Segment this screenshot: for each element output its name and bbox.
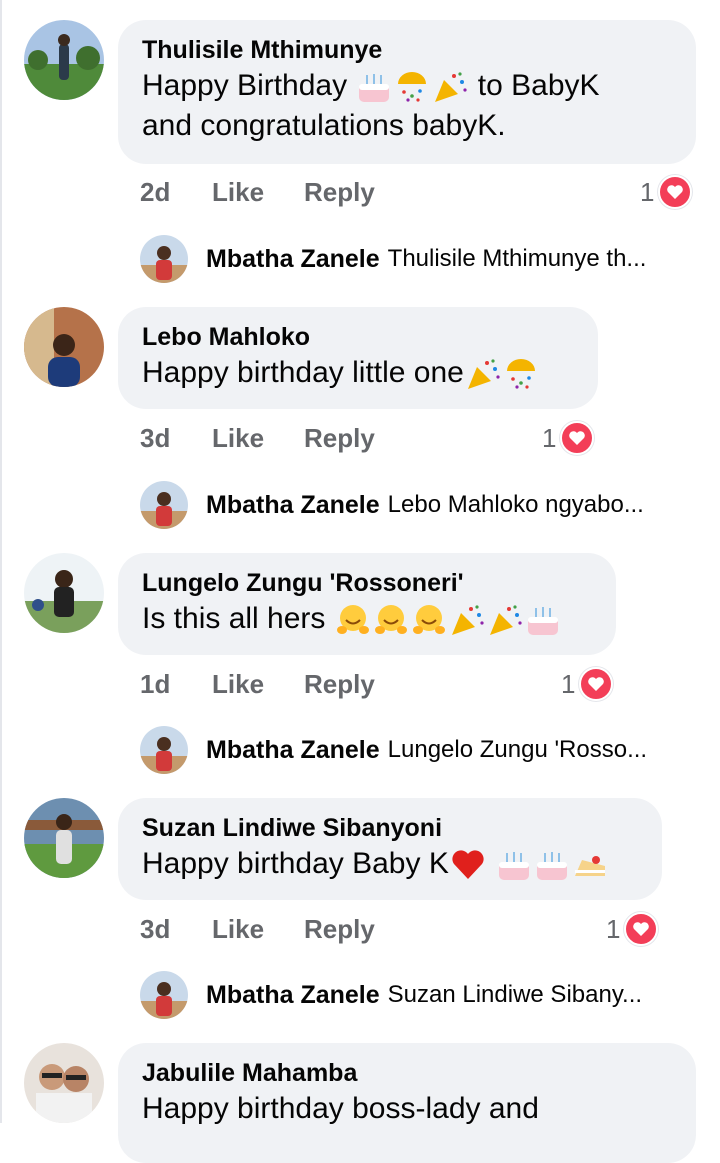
reply-button[interactable]: Reply [304, 418, 375, 458]
heart-reaction-icon [658, 175, 693, 209]
reply-text: Thulisile Mthimunye th... [387, 245, 647, 272]
comment-bubble: Lebo Mahloko Happy birthday little one [118, 307, 598, 409]
comment-author[interactable]: Lungelo Zungu 'Rossoneri' [142, 567, 592, 599]
avatar[interactable] [24, 798, 104, 878]
comment-time[interactable]: 3d [140, 909, 170, 949]
comment-text-part: and congratulations babyK. [142, 109, 506, 142]
avatar [140, 235, 188, 283]
reply-preview[interactable]: Mbatha Zanele Thulisile Mthimunye th... [140, 234, 646, 284]
cake-icon [359, 74, 390, 103]
cake-icon [499, 852, 530, 881]
reaction-count: 1 [640, 176, 655, 207]
reply-button[interactable]: Reply [304, 664, 375, 704]
hugging-face-icon [374, 605, 407, 635]
comment-time[interactable]: 1d [140, 664, 170, 704]
comment-text-part: Happy birthday little one [142, 356, 464, 389]
shortcake-icon [575, 856, 606, 877]
reply-button[interactable]: Reply [304, 172, 375, 212]
reply-preview[interactable]: Mbatha Zanele Suzan Lindiwe Sibany... [140, 970, 642, 1020]
reaction-summary[interactable]: 1 [542, 418, 595, 458]
hugging-face-icon [412, 605, 445, 635]
comment-text-part: to BabyK [477, 69, 600, 102]
reaction-summary[interactable]: 1 [640, 172, 693, 212]
red-heart-icon [452, 850, 484, 880]
comment-bubble: Suzan Lindiwe Sibanyoni Happy birthday B… [118, 798, 662, 900]
confetti-ball-icon [506, 359, 535, 389]
comment-text-part: Is this all hers [142, 602, 326, 635]
comment-actions: 3d Like Reply [140, 418, 540, 458]
comment-author[interactable]: Thulisile Mthimunye [142, 34, 672, 66]
party-popper-icon [467, 359, 500, 390]
comment-actions: 3d Like Reply [140, 909, 540, 949]
reaction-summary[interactable]: 1 [561, 664, 614, 704]
comment-author[interactable]: Jabulile Mahamba [142, 1057, 672, 1089]
avatar[interactable] [24, 553, 104, 633]
comment-time[interactable]: 3d [140, 418, 170, 458]
comment-text: Happy birthday boss-lady and [142, 1092, 539, 1125]
comment-text: Happy Birthday to BabyK and congratulati… [142, 66, 672, 146]
comment-bubble: Jabulile Mahamba Happy birthday boss-lad… [118, 1043, 696, 1163]
avatar[interactable] [24, 20, 104, 100]
like-button[interactable]: Like [212, 172, 264, 212]
comment-text: Is this all hers [142, 599, 592, 639]
like-button[interactable]: Like [212, 418, 264, 458]
avatar [140, 481, 188, 529]
reply-text: Lungelo Zungu 'Rosso... [387, 736, 648, 763]
reaction-summary[interactable]: 1 [606, 909, 659, 949]
reaction-count: 1 [561, 668, 576, 699]
heart-reaction-icon [560, 421, 595, 455]
reply-preview[interactable]: Mbatha Zanele Lebo Mahloko ngyabo... [140, 480, 644, 530]
avatar[interactable] [24, 1043, 104, 1123]
like-button[interactable]: Like [212, 664, 264, 704]
avatar [140, 971, 188, 1019]
confetti-ball-icon [398, 72, 427, 102]
reply-preview[interactable]: Mbatha Zanele Lungelo Zungu 'Rosso... [140, 725, 647, 775]
comment-actions: 2d Like Reply [140, 172, 700, 212]
reply-author[interactable]: Mbatha Zanele [206, 245, 380, 274]
comment-text: Happy birthday little one [142, 353, 574, 393]
party-popper-icon [489, 605, 522, 636]
comment-author[interactable]: Suzan Lindiwe Sibanyoni [142, 812, 638, 844]
reply-author[interactable]: Mbatha Zanele [206, 981, 380, 1010]
hugging-face-icon [336, 605, 369, 635]
cake-icon [537, 852, 568, 881]
reply-author[interactable]: Mbatha Zanele [206, 491, 380, 520]
comment-actions: 1d Like Reply [140, 664, 540, 704]
avatar[interactable] [24, 307, 104, 387]
heart-reaction-icon [579, 667, 614, 701]
reaction-count: 1 [542, 422, 557, 453]
comment-bubble: Lungelo Zungu 'Rossoneri' Is this all he… [118, 553, 616, 655]
cake-icon [527, 607, 558, 636]
comment-author[interactable]: Lebo Mahloko [142, 321, 574, 353]
comment-bubble: Thulisile Mthimunye Happy Birthday to Ba… [118, 20, 696, 164]
reaction-count: 1 [606, 913, 621, 944]
comment-text-part: Happy Birthday [142, 69, 348, 102]
like-button[interactable]: Like [212, 909, 264, 949]
heart-reaction-icon [624, 912, 659, 946]
thread-line [0, 0, 2, 1123]
party-popper-icon [451, 605, 484, 636]
avatar [140, 726, 188, 774]
reply-text: Lebo Mahloko ngyabo... [387, 491, 644, 518]
reply-button[interactable]: Reply [304, 909, 375, 949]
comment-time[interactable]: 2d [140, 172, 170, 212]
comment-text-part: Happy birthday Baby K [142, 847, 449, 880]
reply-text: Suzan Lindiwe Sibany... [387, 981, 643, 1008]
party-popper-icon [435, 72, 468, 103]
comment-text: Happy birthday Baby K [142, 844, 638, 884]
reply-author[interactable]: Mbatha Zanele [206, 736, 380, 765]
